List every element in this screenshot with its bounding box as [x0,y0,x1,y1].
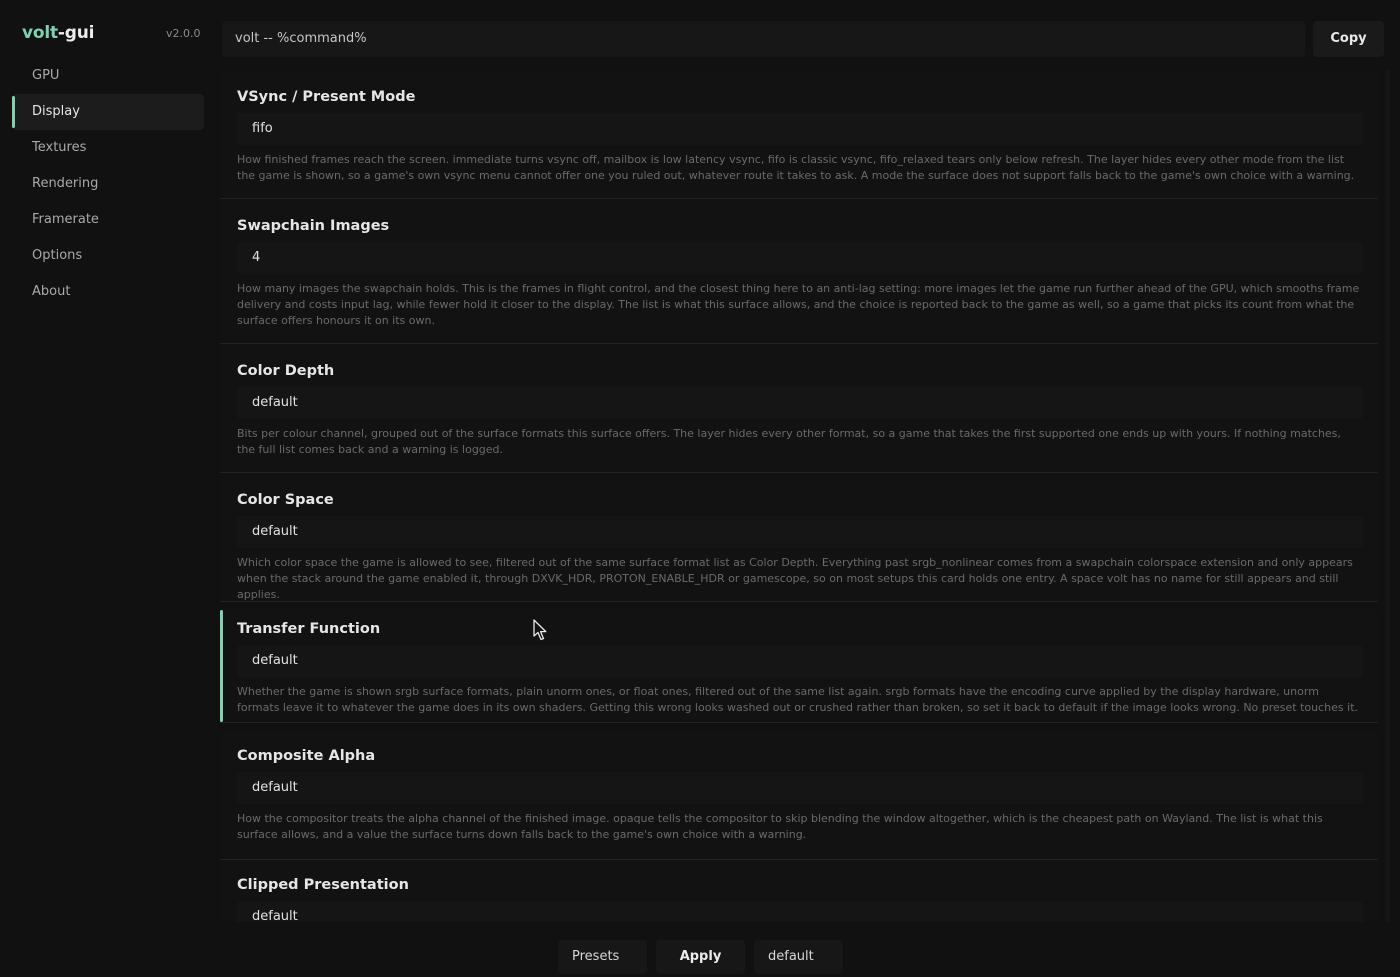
presets-button[interactable]: Presets [558,940,647,974]
mouse-pointer-icon [533,619,547,641]
setting-title: Swapchain Images [237,218,390,234]
sidebar-nav: GPU Display Textures Rendering Framerate… [12,58,204,310]
setting-card-color-depth: Color Depth default Bits per colour chan… [220,344,1378,473]
profile-select[interactable]: default [754,940,843,974]
setting-title: Transfer Function [237,621,381,637]
setting-title: Composite Alpha [237,748,376,764]
setting-select-color-depth[interactable]: default [237,387,1363,419]
setting-card-color-space: Color Space default Which color space th… [220,473,1378,602]
setting-description: Bits per colour channel, grouped out of … [237,427,1341,456]
sidebar-item-display[interactable]: Display [12,94,204,130]
setting-description: How many images the swapchain holds. Thi… [237,282,1360,327]
setting-select-swapchain-images[interactable]: 4 [237,242,1363,274]
setting-select-composite-alpha[interactable]: default [237,772,1363,804]
setting-card-clipped-presentation: Clipped Presentation default [220,860,1378,922]
sidebar: volt-gui v2.0.0 GPU Display Textures Ren… [0,0,212,977]
settings-list[interactable]: VSync / Present Mode fifo How finished f… [220,70,1380,922]
scrollbar[interactable] [1385,70,1390,922]
setting-description: How finished frames reach the screen. im… [237,153,1355,182]
setting-card-transfer-function: Transfer Function default Whether the ga… [220,610,1378,723]
sidebar-item-about[interactable]: About [12,274,204,310]
setting-title: VSync / Present Mode [237,89,416,105]
setting-title: Clipped Presentation [237,877,409,893]
app-version: v2.0.0 [166,27,201,40]
setting-title: Color Depth [237,363,335,379]
copy-button[interactable]: Copy [1313,21,1384,57]
command-line-field[interactable] [222,21,1305,57]
sidebar-item-framerate[interactable]: Framerate [12,202,204,238]
setting-title: Color Space [237,492,334,508]
setting-select-vsync[interactable]: fifo [237,113,1363,145]
apply-button[interactable]: Apply [656,940,745,974]
setting-description: Whether the game is shown srgb surface f… [237,685,1359,714]
app-logo: volt-gui [22,23,94,43]
setting-card-swapchain-images: Swapchain Images 4 How many images the s… [220,199,1378,344]
setting-description: Which color space the game is allowed to… [237,556,1353,601]
brand-rest: -gui [57,23,95,43]
setting-card-vsync: VSync / Present Mode fifo How finished f… [220,70,1378,199]
setting-select-transfer-function[interactable]: default [237,645,1363,677]
setting-select-clipped-presentation[interactable]: default [237,901,1363,922]
brand-accent: volt [22,23,58,43]
sidebar-item-textures[interactable]: Textures [12,130,204,166]
sidebar-item-options[interactable]: Options [12,238,204,274]
sidebar-item-rendering[interactable]: Rendering [12,166,204,202]
setting-description: How the compositor treats the alpha chan… [237,812,1323,841]
sidebar-item-gpu[interactable]: GPU [12,58,204,94]
setting-card-composite-alpha: Composite Alpha default How the composit… [220,731,1378,860]
setting-select-color-space[interactable]: default [237,516,1363,548]
